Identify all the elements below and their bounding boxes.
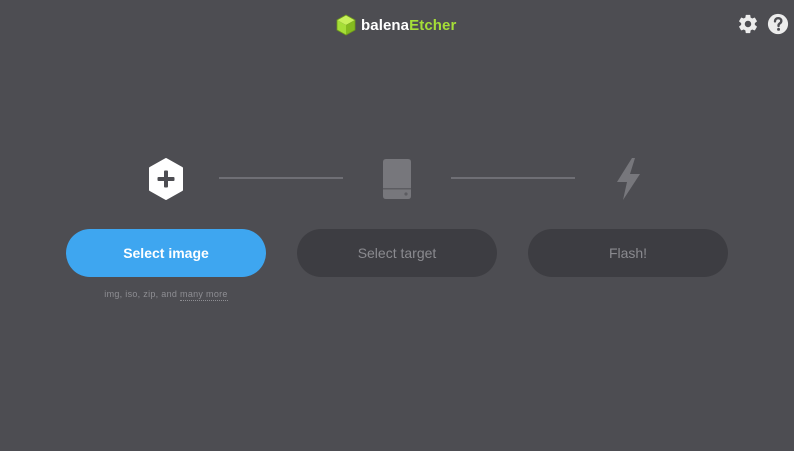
formats-text: img, iso, zip, and xyxy=(104,289,178,299)
balena-cube-icon xyxy=(336,14,356,36)
brand-part1: balena xyxy=(361,16,410,34)
header: balenaEtcher xyxy=(0,0,794,50)
drive-icon xyxy=(383,159,411,199)
gear-icon[interactable] xyxy=(737,13,759,35)
step-connector-2 xyxy=(451,177,575,179)
brand-part2: Etcher xyxy=(409,16,457,34)
select-image-button[interactable]: Select image xyxy=(66,229,266,277)
select-target-button: Select target xyxy=(297,229,497,277)
lightning-bolt-icon xyxy=(617,158,640,200)
app-title: balenaEtcher xyxy=(361,17,456,34)
flash-button: Flash! xyxy=(528,229,728,277)
plus-hexagon-icon[interactable] xyxy=(146,157,186,201)
app-logo: balenaEtcher xyxy=(336,14,456,36)
step-connector-1 xyxy=(219,177,343,179)
supported-formats: img, iso, zip, and many more xyxy=(66,289,266,301)
many-more-link[interactable]: many more xyxy=(180,289,228,301)
question-circle-icon[interactable] xyxy=(767,13,789,35)
